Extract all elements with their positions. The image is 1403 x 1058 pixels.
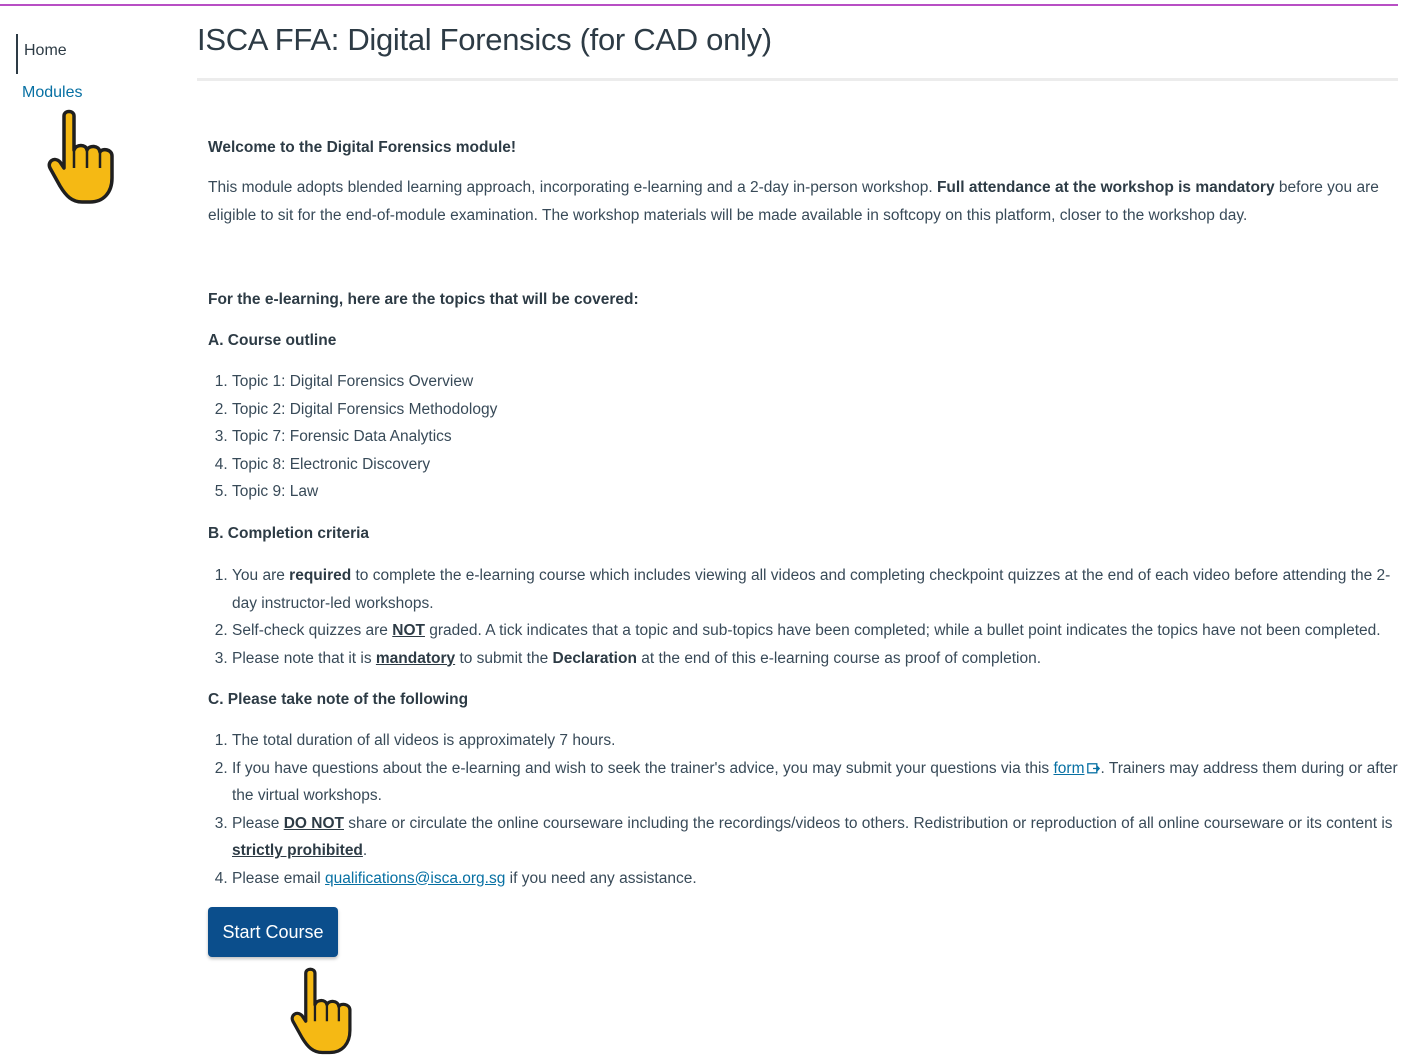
note-text: .: [362, 842, 368, 859]
page-title: ISCA FFA: Digital Forensics (for CAD onl…: [197, 22, 772, 57]
completion-criteria-heading: B. Completion criteria: [208, 525, 370, 542]
note-text: Please email: [232, 869, 326, 887]
criteria-text: Self-check quizzes are: [232, 622, 393, 639]
questions-form-link[interactable]: form: [1053, 760, 1084, 777]
intro-paragraph: This module adopts blended learning appr…: [208, 174, 1383, 229]
hand-pointer-icon: [290, 967, 352, 1055]
criteria-emphasis: NOT: [392, 622, 425, 639]
criteria-text: at the end of this e-learning course as …: [636, 649, 1042, 667]
sidebar-item-home[interactable]: Home: [16, 34, 67, 74]
note-text: If you have questions about the e-learni…: [232, 759, 1054, 777]
criteria-text: Please note that it is: [232, 649, 376, 667]
list-item: Topic 7: Forensic Data Analytics: [232, 423, 497, 451]
hand-pointer-icon: [47, 109, 114, 204]
note-text: Please: [232, 814, 284, 832]
email-link[interactable]: qualifications@isca.org.sg: [325, 870, 505, 887]
criteria-bold: Declaration: [552, 649, 637, 667]
list-item: You are required to complete the e-learn…: [232, 562, 1403, 617]
criteria-text: You are: [232, 567, 290, 584]
criteria-bold: required: [289, 567, 352, 584]
list-item: Topic 1: Digital Forensics Overview: [232, 368, 497, 396]
completion-criteria-list: You are required to complete the e-learn…: [208, 562, 1403, 672]
note-emphasis: strictly prohibited: [232, 842, 363, 859]
note-emphasis: DO NOT: [283, 814, 344, 832]
top-accent-border: [0, 4, 1398, 6]
list-item: Topic 8: Electronic Discovery: [232, 451, 497, 479]
list-item: Topic 9: Law: [232, 478, 497, 506]
start-course-button[interactable]: Start Course: [208, 907, 338, 957]
intro-text: This module adopts blended learning appr…: [208, 179, 937, 196]
note-text: share or circulate the online courseware…: [343, 814, 1393, 832]
sidebar-item-modules[interactable]: Modules: [16, 80, 82, 106]
list-item: Please email qualifications@isca.org.sg …: [232, 865, 1403, 893]
title-divider: [197, 78, 1398, 81]
criteria-emphasis: mandatory: [375, 649, 456, 667]
external-link-icon: [1087, 762, 1101, 773]
intro-bold-text: Full attendance at the workshop is manda…: [936, 179, 1275, 196]
list-item: Please DO NOT share or circulate the onl…: [232, 810, 1403, 865]
welcome-heading: Welcome to the Digital Forensics module!: [208, 139, 517, 156]
list-item: Topic 2: Digital Forensics Methodology: [232, 396, 497, 424]
elearning-heading: For the e-learning, here are the topics …: [208, 291, 639, 308]
list-item: Please note that it is mandatory to subm…: [232, 645, 1403, 673]
criteria-text: graded. A tick indicates that a topic an…: [424, 622, 1381, 639]
list-item: If you have questions about the e-learni…: [232, 755, 1403, 810]
course-outline-heading: A. Course outline: [208, 332, 337, 349]
notes-heading: C. Please take note of the following: [208, 691, 469, 708]
list-item: The total duration of all videos is appr…: [232, 727, 1403, 755]
course-outline-list: Topic 1: Digital Forensics Overview Topi…: [208, 368, 497, 506]
list-item: Self-check quizzes are NOT graded. A tic…: [232, 617, 1403, 645]
notes-list: The total duration of all videos is appr…: [208, 727, 1403, 892]
note-text: if you need any assistance.: [505, 869, 697, 887]
criteria-text: to complete the e-learning course which …: [232, 567, 1391, 612]
criteria-text: to submit the: [455, 649, 553, 667]
